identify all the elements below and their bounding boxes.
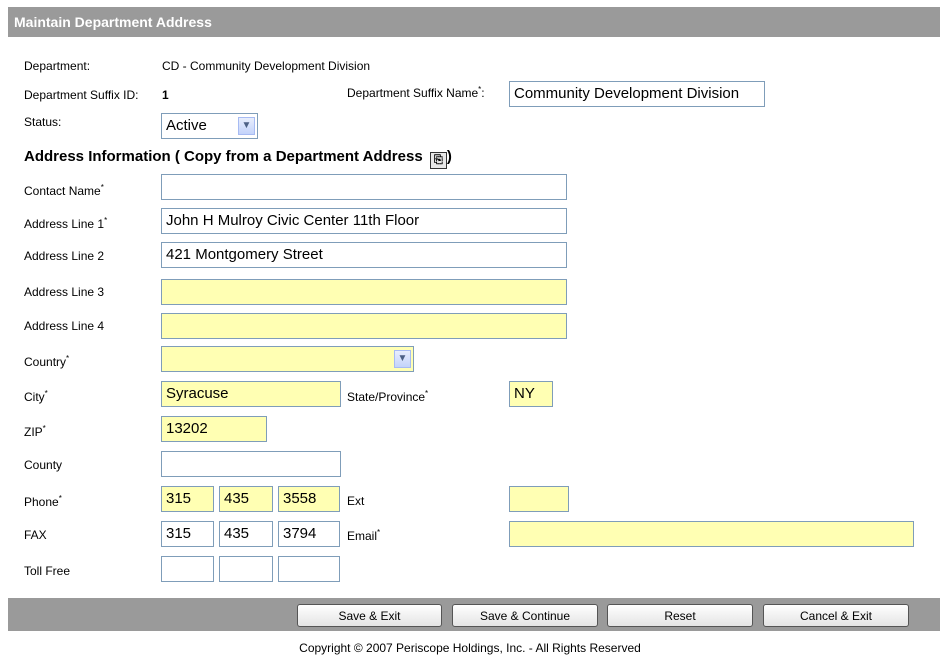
fax-line-input[interactable]: 3794 [278, 521, 340, 547]
save-exit-button[interactable]: Save & Exit [297, 604, 442, 627]
required-marker: * [377, 528, 381, 537]
phone-area-input[interactable]: 315 [161, 486, 214, 512]
address-line-4-label: Address Line 4 [24, 319, 105, 333]
suffix-id-label: Department Suffix ID: [24, 88, 139, 102]
required-marker: * [42, 424, 46, 433]
contact-name-label-text: Contact Name [24, 184, 101, 198]
status-select[interactable]: Active ▼ [161, 113, 258, 139]
county-label: County [24, 458, 63, 472]
state-label: State/Province* [347, 389, 428, 404]
fax-label: FAX [24, 528, 47, 542]
country-label: Country* [24, 354, 69, 369]
suffix-id-value: 1 [162, 88, 169, 102]
cancel-exit-button[interactable]: Cancel & Exit [763, 604, 909, 627]
phone-label-text: Phone [24, 495, 59, 509]
suffix-name-input[interactable]: Community Development Division [509, 81, 765, 107]
status-label: Status: [24, 115, 62, 129]
fax-prefix-input[interactable]: 435 [219, 521, 273, 547]
required-marker: * [425, 389, 429, 398]
required-marker: * [58, 494, 62, 503]
county-input[interactable] [161, 451, 341, 477]
zip-label-text: ZIP [24, 425, 43, 439]
zip-input[interactable]: 13202 [161, 416, 267, 442]
state-label-text: State/Province [347, 390, 426, 404]
contact-name-input[interactable] [161, 174, 567, 200]
contact-name-label: Contact Name* [24, 183, 104, 198]
required-marker: * [104, 216, 108, 225]
toll-free-area-input[interactable] [161, 556, 214, 582]
state-input[interactable]: NY [509, 381, 553, 407]
fax-area-input[interactable]: 315 [161, 521, 214, 547]
toll-free-label: Toll Free [24, 564, 71, 578]
phone-label: Phone* [24, 494, 62, 509]
department-label: Department: [24, 59, 91, 73]
email-label: Email* [347, 528, 380, 543]
city-label-text: City [24, 390, 45, 404]
required-marker: * [478, 85, 482, 94]
required-marker: * [100, 183, 104, 192]
save-continue-button[interactable]: Save & Continue [452, 604, 598, 627]
address-line-3-input[interactable] [161, 279, 567, 305]
address-line-3-label: Address Line 3 [24, 285, 105, 299]
address-line-2-input[interactable]: 421 Montgomery Street [161, 242, 567, 268]
page-title: Maintain Department Address [14, 14, 212, 30]
email-input[interactable] [509, 521, 914, 547]
required-marker: * [44, 389, 48, 398]
chevron-down-icon[interactable]: ▼ [238, 117, 255, 135]
zip-label: ZIP* [24, 424, 46, 439]
address-line-1-label: Address Line 1* [24, 216, 107, 231]
phone-prefix-input[interactable]: 435 [219, 486, 273, 512]
department-value: CD - Community Development Division [162, 59, 371, 73]
address-section-title-close: ) [446, 148, 452, 165]
phone-line-input[interactable]: 3558 [278, 486, 340, 512]
city-label: City* [24, 389, 48, 404]
address-section-title: Address Information ( Copy from a Depart… [24, 148, 452, 169]
copyright-text: Copyright © 2007 Periscope Holdings, Inc… [299, 641, 641, 655]
toll-free-prefix-input[interactable] [219, 556, 273, 582]
ext-label: Ext [347, 494, 365, 508]
address-line-1-input[interactable]: John H Mulroy Civic Center 11th Floor [161, 208, 567, 234]
status-selected-value: Active [166, 117, 207, 134]
address-line-1-label-text: Address Line 1 [24, 217, 105, 231]
chevron-down-icon[interactable]: ▼ [394, 350, 411, 368]
phone-ext-input[interactable] [509, 486, 569, 512]
required-marker: * [66, 354, 70, 363]
copy-address-icon[interactable]: ⎘ [429, 152, 447, 169]
country-label-text: Country [24, 355, 67, 369]
email-label-text: Email [347, 529, 378, 543]
suffix-name-label: Department Suffix Name*: [347, 85, 485, 100]
address-line-4-input[interactable] [161, 313, 567, 339]
suffix-name-label-text: Department Suffix Name [347, 86, 479, 100]
address-section-title-text: Address Information ( Copy from a Depart… [24, 148, 427, 165]
country-select[interactable]: ▼ [161, 346, 414, 372]
city-input[interactable]: Syracuse [161, 381, 341, 407]
toll-free-line-input[interactable] [278, 556, 340, 582]
reset-button[interactable]: Reset [607, 604, 753, 627]
address-line-2-label: Address Line 2 [24, 249, 105, 263]
